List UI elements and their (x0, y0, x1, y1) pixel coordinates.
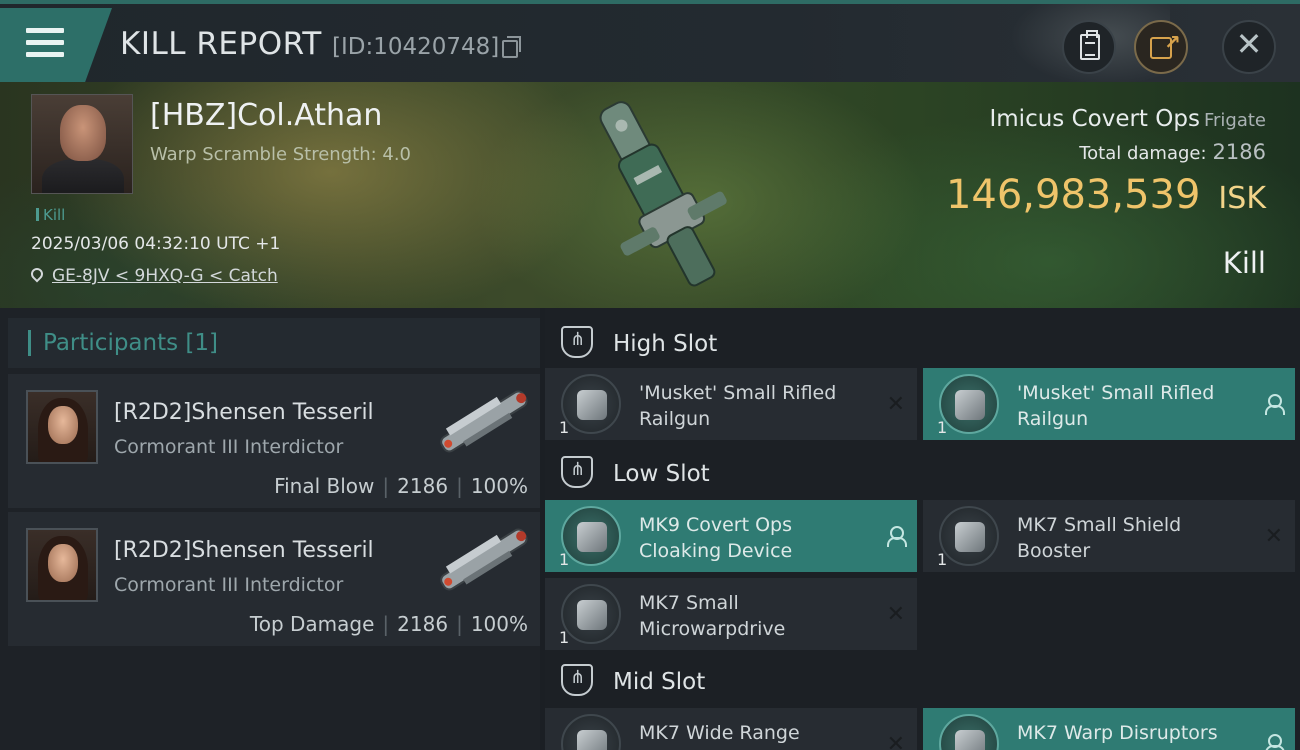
destroyed-icon: ✕ (886, 392, 905, 417)
participant-name[interactable]: [R2D2]Shensen Tesseril (114, 538, 374, 563)
hamburger-icon (26, 28, 64, 64)
high-slot-header: High Slot (545, 314, 1300, 370)
arrow-out-icon: ↗ (1164, 30, 1181, 54)
item-quantity: 1 (559, 550, 570, 569)
railgun-icon (561, 374, 621, 434)
victim-summary: [HBZ]Col.Athan Warp Scramble Strength: 4… (0, 82, 1300, 308)
kill-outcome: Kill (1222, 246, 1266, 280)
warp-scramble-strength: Warp Scramble Strength: 4.0 (150, 144, 412, 165)
railgun-icon (939, 374, 999, 434)
item-name: MK7 Small Shield Booster (1017, 514, 1182, 562)
dropped-pilot-icon (1265, 734, 1285, 750)
mid-slot-icon (561, 664, 593, 696)
ship-class: Frigate (1203, 110, 1266, 131)
victim-ship-name[interactable]: Imicus Covert Ops Frigate (989, 106, 1266, 132)
participant-avatar[interactable] (26, 390, 98, 464)
destroyed-icon: ✕ (886, 732, 905, 750)
participant-role: Top Damage (249, 612, 375, 636)
participants-title: Participants [1] (28, 330, 218, 356)
victim-pilot-name[interactable]: [HBZ]Col.Athan (150, 98, 382, 133)
fitting-item[interactable]: 1 'Musket' Small Rifled Railgun ✕ (545, 368, 917, 440)
warp-disruptor-icon (939, 714, 999, 750)
item-quantity: 1 (559, 628, 570, 647)
top-bar: KILL REPORT [ID:10420748] ↗ ✕ (0, 0, 1300, 86)
participant-row[interactable]: [R2D2]Shensen Tesseril Cormorant III Int… (8, 374, 540, 508)
participant-name[interactable]: [R2D2]Shensen Tesseril (114, 400, 374, 425)
participant-ship: Cormorant III Interdictor (114, 574, 344, 596)
victim-portrait[interactable] (31, 94, 133, 194)
fitting-item[interactable]: 1 'Musket' Small Rifled Railgun (923, 368, 1295, 440)
total-damage: Total damage: 2186 (1079, 140, 1266, 164)
close-icon: ✕ (1235, 25, 1263, 63)
participant-ship: Cormorant III Interdictor (114, 436, 344, 458)
kill-datetime: 2025/03/06 04:32:10 UTC +1 (31, 234, 281, 254)
participant-avatar[interactable] (26, 528, 98, 602)
dropped-pilot-icon (1265, 394, 1285, 415)
participant-role: Final Blow (274, 474, 375, 498)
item-name: MK9 Covert Ops Cloaking Device (639, 514, 793, 562)
mid-slot-label: Mid Slot (613, 669, 706, 695)
isk-amount: 146,983,539 (945, 172, 1201, 218)
low-slot-icon (561, 456, 593, 488)
clipboard-icon (1080, 30, 1100, 60)
destroyed-icon: ✕ (886, 602, 905, 627)
participant-damage: 2186 (397, 474, 449, 498)
participant-ship-image (440, 390, 528, 453)
close-button[interactable]: ✕ (1222, 20, 1276, 74)
isk-unit: ISK (1218, 181, 1266, 216)
location-link[interactable]: GE-8JV < 9HXQ-G < Catch (52, 266, 278, 286)
participant-damage: 2186 (397, 612, 449, 636)
participant-ship-image (440, 528, 528, 591)
copy-icon[interactable] (502, 36, 521, 58)
participants-header: Participants [1] (8, 318, 540, 368)
item-name: 'Musket' Small Rifled Railgun (639, 382, 837, 430)
item-name: 'Musket' Small Rifled Railgun (1017, 382, 1215, 430)
participant-stats: Top Damage | 2186 | 100% (249, 612, 528, 636)
item-name: MK7 Small Microwarpdrive (639, 592, 786, 640)
participant-percent: 100% (470, 612, 528, 636)
item-quantity: 1 (937, 418, 948, 437)
participant-percent: 100% (470, 474, 528, 498)
item-quantity: 1 (559, 418, 570, 437)
high-slot-icon (561, 326, 593, 358)
participants-panel: Participants [1] [R2D2]Shensen Tesseril … (0, 308, 540, 750)
fitting-panel: High Slot 1 'Musket' Small Rifled Railgu… (545, 308, 1300, 750)
destroyed-icon: ✕ (1264, 524, 1283, 549)
ecm-icon (561, 714, 621, 750)
share-button[interactable]: ↗ (1134, 20, 1188, 74)
cloak-icon (561, 506, 621, 566)
microwarpdrive-icon (561, 584, 621, 644)
kill-tag: Kill (36, 206, 65, 224)
fitting-item[interactable]: 1 MK7 Small Shield Booster ✕ (923, 500, 1295, 572)
total-damage-value: 2186 (1212, 140, 1266, 164)
fitting-item[interactable]: 1 MK7 Warp Disruptors (923, 708, 1295, 750)
report-id: [ID:10420748] (332, 34, 500, 60)
mid-slot-header: Mid Slot (545, 652, 1300, 708)
high-slot-label: High Slot (613, 331, 718, 357)
low-slot-header: Low Slot (545, 444, 1300, 500)
location-pin-icon (28, 265, 46, 283)
isk-value: 146,983,539 ISK (946, 172, 1266, 218)
dropped-pilot-icon (887, 526, 907, 547)
fitting-item[interactable]: 1 MK7 Wide Range ✕ (545, 708, 917, 750)
clipboard-button[interactable] (1062, 20, 1116, 74)
item-name: MK7 Warp Disruptors (1017, 722, 1218, 744)
low-slot-label: Low Slot (613, 461, 710, 487)
victim-ship-image (599, 101, 727, 287)
kill-location[interactable]: GE-8JV < 9HXQ-G < Catch (28, 265, 278, 286)
item-quantity: 1 (937, 550, 948, 569)
participant-stats: Final Blow | 2186 | 100% (274, 474, 528, 498)
item-name: MK7 Wide Range (639, 722, 800, 744)
fitting-item[interactable]: 1 MK9 Covert Ops Cloaking Device (545, 500, 917, 572)
shield-booster-icon (939, 506, 999, 566)
ship-name: Imicus Covert Ops (989, 106, 1200, 132)
participant-row[interactable]: [R2D2]Shensen Tesseril Cormorant III Int… (8, 512, 540, 646)
page-title: KILL REPORT (120, 26, 322, 62)
menu-button[interactable] (0, 8, 112, 82)
total-damage-label: Total damage: (1079, 143, 1207, 164)
fitting-item[interactable]: 1 MK7 Small Microwarpdrive ✕ (545, 578, 917, 650)
